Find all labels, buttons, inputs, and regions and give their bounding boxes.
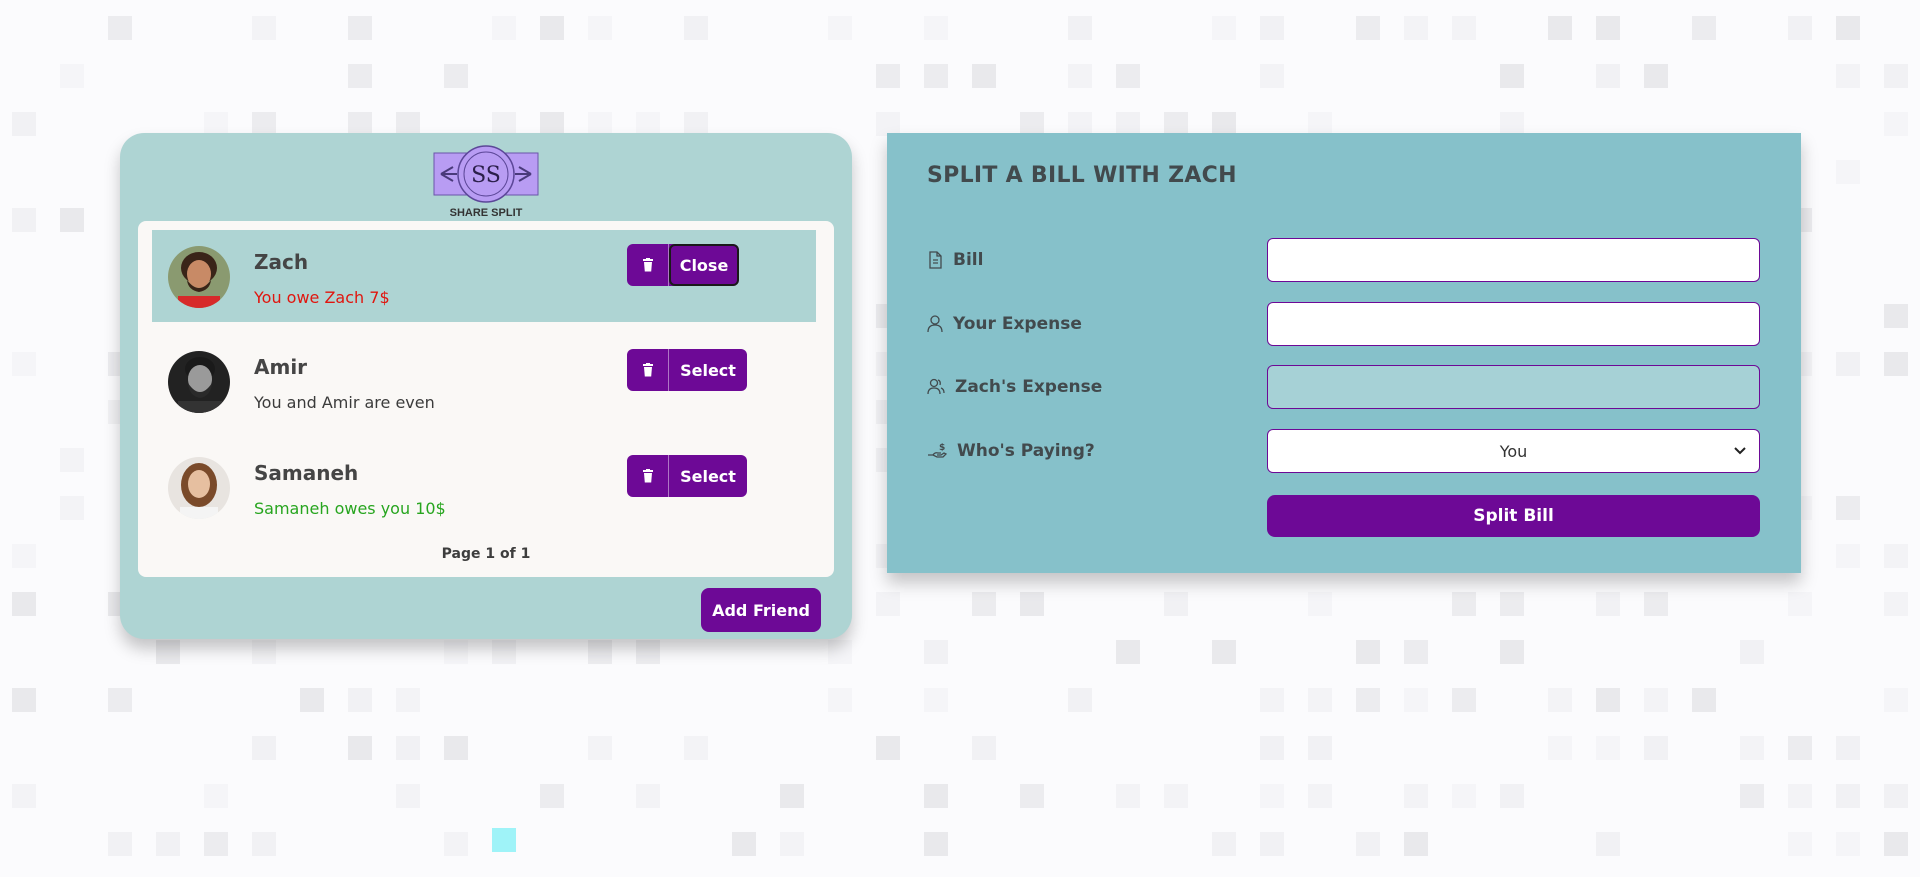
svg-text:SHARE SPLIT: SHARE SPLIT [450, 207, 523, 219]
friend-balance: You and Amir are even [254, 393, 435, 412]
add-friend-button[interactable]: Add Friend [701, 588, 821, 632]
split-bill-panel: SPLIT A BILL WITH ZACH Bill Your Expense… [887, 133, 1801, 573]
your-expense-label: Your Expense [927, 302, 1082, 346]
friend-expense-label: Zach's Expense [927, 365, 1102, 409]
friend-actions: Select [627, 349, 747, 391]
svg-text:$: $ [939, 443, 945, 453]
bill-row: Bill [927, 238, 1762, 282]
hand-coin-icon: $ [928, 443, 947, 458]
who-paying-label-text: Who's Paying? [957, 441, 1095, 461]
your-expense-input[interactable] [1267, 302, 1760, 346]
friend-row-amir[interactable]: Amir You and Amir are even Select [152, 335, 816, 427]
delete-friend-button[interactable] [627, 244, 669, 286]
friend-expense-row: Zach's Expense [927, 365, 1762, 409]
friend-expense-input [1267, 365, 1760, 409]
who-paying-selected-value: You [1499, 441, 1528, 461]
bill-label-text: Bill [953, 250, 984, 270]
friend-list: Zach You owe Zach 7$ Close Amir You and … [138, 221, 834, 577]
who-paying-label: $ Who's Paying? [927, 429, 1095, 473]
select-friend-button[interactable]: Select [669, 349, 747, 391]
avatar-zach [168, 246, 230, 308]
friend-balance: Samaneh owes you 10$ [254, 499, 446, 518]
svg-text:SS: SS [471, 163, 501, 188]
pagination-label: Page 1 of 1 [441, 546, 531, 562]
delete-friend-button[interactable] [627, 349, 669, 391]
friend-name: Zach [254, 250, 309, 274]
friend-name: Amir [254, 355, 308, 379]
share-split-logo: SS SHARE SPLIT [433, 145, 539, 219]
your-expense-label-text: Your Expense [953, 314, 1082, 334]
bill-input[interactable] [1267, 238, 1760, 282]
delete-friend-button[interactable] [627, 455, 669, 497]
friend-expense-label-text: Zach's Expense [955, 377, 1103, 397]
friend-balance: You owe Zach 7$ [254, 288, 390, 307]
chevron-down-icon [1734, 447, 1746, 455]
split-bill-title: SPLIT A BILL WITH ZACH [927, 163, 1237, 188]
avatar-amir [168, 351, 230, 413]
your-expense-row: Your Expense [927, 302, 1762, 346]
users-icon [927, 378, 945, 395]
friend-row-samaneh[interactable]: Samaneh Samaneh owes you 10$ Select [152, 441, 816, 533]
friend-name: Samaneh [254, 461, 359, 485]
friend-actions: Close [627, 244, 739, 286]
split-bill-button[interactable]: Split Bill [1267, 495, 1760, 537]
friend-actions: Select [627, 455, 747, 497]
trash-icon [642, 469, 653, 483]
bill-label: Bill [927, 238, 983, 282]
select-friend-button[interactable]: Select [669, 455, 747, 497]
trash-icon [642, 363, 653, 377]
close-friend-button[interactable]: Close [669, 244, 739, 286]
avatar-samaneh [168, 457, 230, 519]
user-icon [927, 315, 943, 333]
trash-icon [642, 258, 653, 272]
receipt-icon [929, 251, 942, 269]
friend-row-zach[interactable]: Zach You owe Zach 7$ Close [152, 230, 816, 322]
friends-panel: SS SHARE SPLIT Zach You owe Zach 7$ Clos… [120, 133, 852, 639]
who-paying-select[interactable]: You [1267, 429, 1760, 473]
who-paying-row: $ Who's Paying? You [927, 429, 1762, 473]
